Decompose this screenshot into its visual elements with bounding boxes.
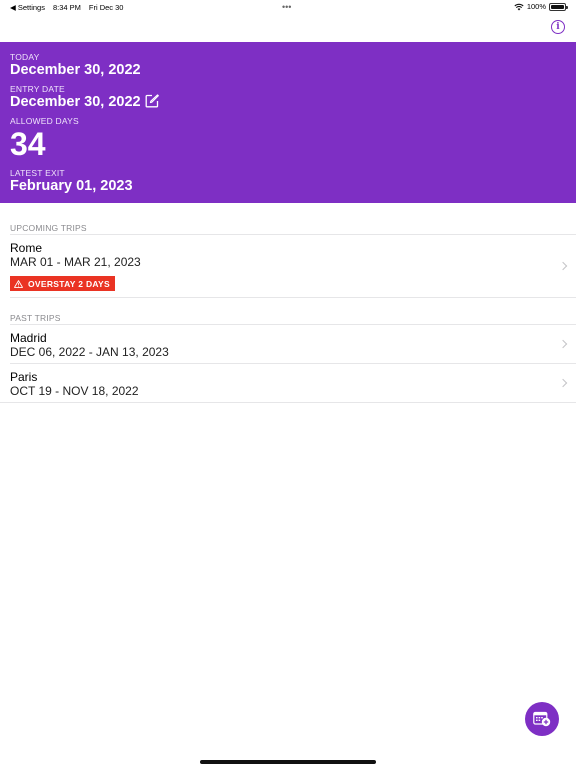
info-button[interactable]: i [551,20,565,34]
overstay-badge: OVERSTAY 2 DAYS [10,276,115,291]
summary-header: TODAY December 30, 2022 ENTRY DATE Decem… [0,42,576,203]
info-circle-icon: i [556,22,560,32]
status-date: Fri Dec 30 [88,3,124,12]
add-trip-button[interactable] [525,702,559,736]
latest-exit-value: February 01, 2023 [10,178,133,194]
nav-bar: i [0,14,576,42]
status-time: 8:34 PM [52,3,81,12]
battery-percent: 100% [526,2,546,11]
allowed-days-value: 34 [10,126,46,162]
edit-pencil-icon[interactable] [145,94,159,108]
status-bar: ◀ Settings 8:34 PM Fri Dec 30 ••• 100% [0,0,576,14]
trip-dates: OCT 19 - NOV 18, 2022 [10,384,139,398]
chevron-right-icon [558,339,568,349]
allowed-days-label: ALLOWED DAYS [10,116,79,126]
trip-row-rome[interactable]: Rome MAR 01 - MAR 21, 2023 OVERSTAY 2 DA… [0,235,576,297]
battery-icon [549,2,568,11]
entry-date-value[interactable]: December 30, 2022 [10,94,141,110]
divider [10,297,576,298]
back-to-app-link[interactable]: ◀ Settings [10,3,45,12]
trip-city: Rome [10,241,43,255]
wifi-icon [514,3,524,10]
chevron-right-icon [558,261,568,271]
multitasking-dots[interactable]: ••• [282,2,291,12]
overstay-badge-text: OVERSTAY 2 DAYS [28,278,110,289]
past-trips-header: PAST TRIPS [10,313,61,323]
divider [0,402,576,403]
trip-row-paris[interactable]: Paris OCT 19 - NOV 18, 2022 [0,364,576,402]
chevron-right-icon [558,378,568,388]
trip-dates: MAR 01 - MAR 21, 2023 [10,255,141,269]
home-indicator[interactable] [200,760,376,764]
today-value: December 30, 2022 [10,62,141,78]
trip-row-madrid[interactable]: Madrid DEC 06, 2022 - JAN 13, 2023 [0,325,576,363]
trip-city: Paris [10,370,38,384]
today-label: TODAY [10,52,40,62]
calendar-add-icon [533,711,551,727]
trip-dates: DEC 06, 2022 - JAN 13, 2023 [10,345,169,359]
upcoming-trips-header: UPCOMING TRIPS [10,223,87,233]
entry-date-label: ENTRY DATE [10,84,65,94]
warning-triangle-icon [14,279,23,288]
latest-exit-label: LATEST EXIT [10,168,65,178]
trip-city: Madrid [10,331,47,345]
